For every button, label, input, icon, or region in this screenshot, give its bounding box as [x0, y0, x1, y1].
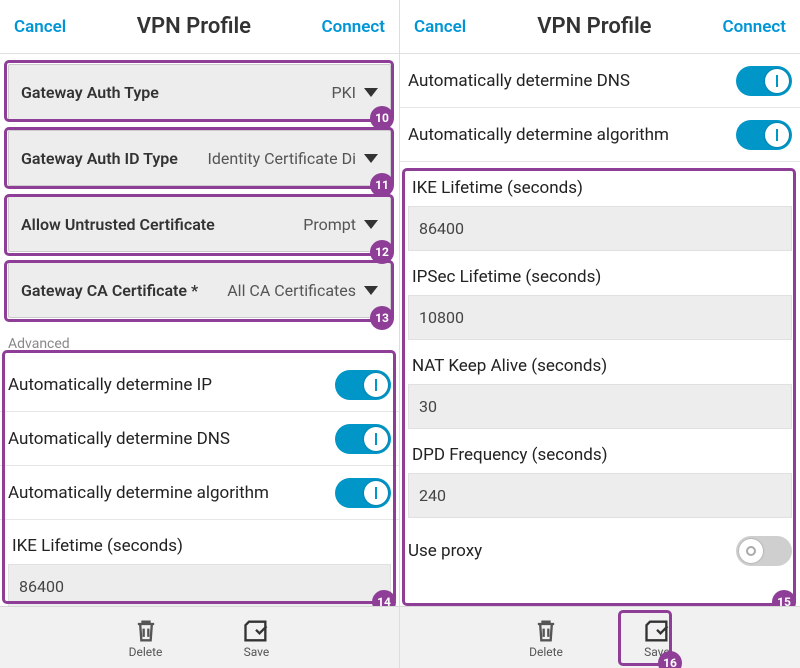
- page-title: VPN Profile: [537, 14, 651, 39]
- toggle-label: Automatically determine DNS: [408, 71, 630, 91]
- delete-button[interactable]: Delete: [529, 617, 563, 659]
- field-label: NAT Keep Alive (seconds): [408, 350, 792, 384]
- dpd-frequency-field[interactable]: DPD Frequency (seconds) 240: [400, 429, 800, 518]
- toggle-label: Use proxy: [408, 541, 482, 561]
- use-proxy-toggle[interactable]: [736, 536, 792, 566]
- advanced-section-label: Advanced: [0, 318, 399, 358]
- auto-dns-toggle-row: Automatically determine DNS: [400, 54, 800, 108]
- use-proxy-toggle-row: Use proxy: [400, 524, 800, 578]
- footer: Delete Save 16: [400, 606, 800, 668]
- page-title: VPN Profile: [137, 14, 251, 39]
- left-pane: Cancel VPN Profile Connect Gateway Auth …: [0, 0, 400, 668]
- header: Cancel VPN Profile Connect: [400, 0, 800, 54]
- save-label: Save: [644, 645, 670, 659]
- auto-dns-toggle[interactable]: [335, 424, 391, 454]
- allow-untrusted-cert-select[interactable]: Allow Untrusted Certificate Prompt: [8, 196, 391, 252]
- auto-algo-toggle-row: Automatically determine algorithm: [0, 466, 399, 520]
- toggle-label: Automatically determine algorithm: [408, 125, 669, 145]
- cancel-button[interactable]: Cancel: [414, 17, 466, 37]
- select-label: Allow Untrusted Certificate: [21, 215, 215, 234]
- nat-keepalive-field[interactable]: NAT Keep Alive (seconds) 30: [400, 340, 800, 429]
- auto-ip-toggle[interactable]: [335, 370, 391, 400]
- save-button[interactable]: Save: [242, 617, 270, 659]
- trash-icon: [532, 617, 560, 645]
- auto-dns-toggle[interactable]: [736, 66, 792, 96]
- auto-algo-toggle[interactable]: [736, 120, 792, 150]
- select-label: Gateway Auth Type: [21, 83, 159, 102]
- auto-dns-toggle-row: Automatically determine DNS: [0, 412, 399, 466]
- select-value: PKI: [332, 83, 356, 102]
- right-pane: Cancel VPN Profile Connect Automatically…: [400, 0, 800, 668]
- right-body: Automatically determine DNS Automaticall…: [400, 54, 800, 606]
- save-icon: [242, 617, 270, 645]
- header: Cancel VPN Profile Connect: [0, 0, 399, 54]
- field-label: IPSec Lifetime (seconds): [408, 261, 792, 295]
- connect-button[interactable]: Connect: [723, 17, 786, 37]
- footer: Delete Save: [0, 606, 399, 668]
- trash-icon: [132, 617, 160, 645]
- auto-algo-toggle-row: Automatically determine algorithm: [400, 108, 800, 162]
- save-button[interactable]: Save: [643, 617, 671, 659]
- field-label: IKE Lifetime (seconds): [8, 530, 391, 564]
- save-label: Save: [244, 645, 270, 659]
- gateway-auth-id-type-select[interactable]: Gateway Auth ID Type Identity Certificat…: [8, 130, 391, 186]
- left-body: Gateway Auth Type PKI Gateway Auth ID Ty…: [0, 54, 399, 606]
- delete-label: Delete: [529, 645, 563, 659]
- auto-algo-toggle[interactable]: [335, 478, 391, 508]
- ike-lifetime-field[interactable]: IKE Lifetime (seconds) 86400: [0, 520, 399, 606]
- gateway-ca-cert-select[interactable]: Gateway CA Certificate * All CA Certific…: [8, 262, 391, 318]
- callout-badge: 15: [772, 590, 796, 606]
- ipsec-lifetime-field[interactable]: IPSec Lifetime (seconds) 10800: [400, 251, 800, 340]
- chevron-down-icon: [364, 154, 378, 163]
- ike-lifetime-field[interactable]: IKE Lifetime (seconds) 86400: [400, 162, 800, 251]
- connect-button[interactable]: Connect: [322, 17, 385, 37]
- cancel-button[interactable]: Cancel: [14, 17, 66, 37]
- chevron-down-icon: [364, 88, 378, 97]
- delete-label: Delete: [129, 645, 163, 659]
- field-value[interactable]: 240: [408, 473, 792, 518]
- field-value[interactable]: 10800: [408, 295, 792, 340]
- chevron-down-icon: [364, 220, 378, 229]
- save-icon: [643, 617, 671, 645]
- field-value[interactable]: 86400: [8, 564, 391, 606]
- field-label: DPD Frequency (seconds): [408, 439, 792, 473]
- chevron-down-icon: [364, 286, 378, 295]
- select-value: Prompt: [303, 215, 356, 234]
- delete-button[interactable]: Delete: [129, 617, 163, 659]
- select-label: Gateway CA Certificate *: [21, 281, 198, 300]
- field-value[interactable]: 30: [408, 384, 792, 429]
- toggle-label: Automatically determine algorithm: [8, 483, 269, 503]
- toggle-label: Automatically determine IP: [8, 375, 212, 395]
- select-value: Identity Certificate Di: [208, 149, 356, 168]
- gateway-auth-type-select[interactable]: Gateway Auth Type PKI: [8, 64, 391, 120]
- auto-ip-toggle-row: Automatically determine IP: [0, 358, 399, 412]
- field-label: IKE Lifetime (seconds): [408, 172, 792, 206]
- select-value: All CA Certificates: [227, 281, 356, 300]
- field-value[interactable]: 86400: [408, 206, 792, 251]
- toggle-label: Automatically determine DNS: [8, 429, 230, 449]
- select-label: Gateway Auth ID Type: [21, 149, 178, 168]
